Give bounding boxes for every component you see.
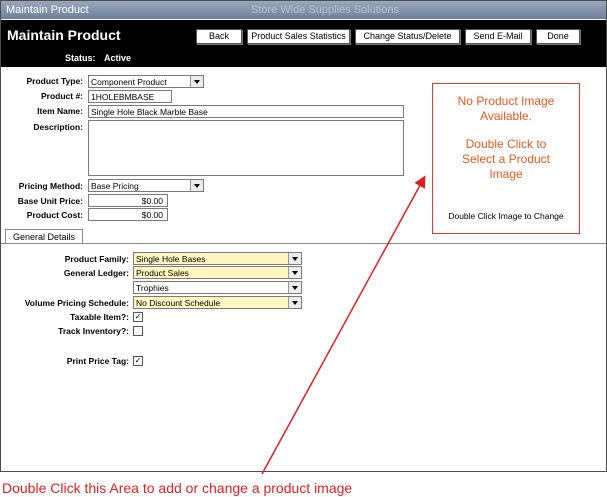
annotation-arrow (261, 175, 426, 475)
annotation-caption: Double Click this Area to add or change … (2, 480, 353, 496)
